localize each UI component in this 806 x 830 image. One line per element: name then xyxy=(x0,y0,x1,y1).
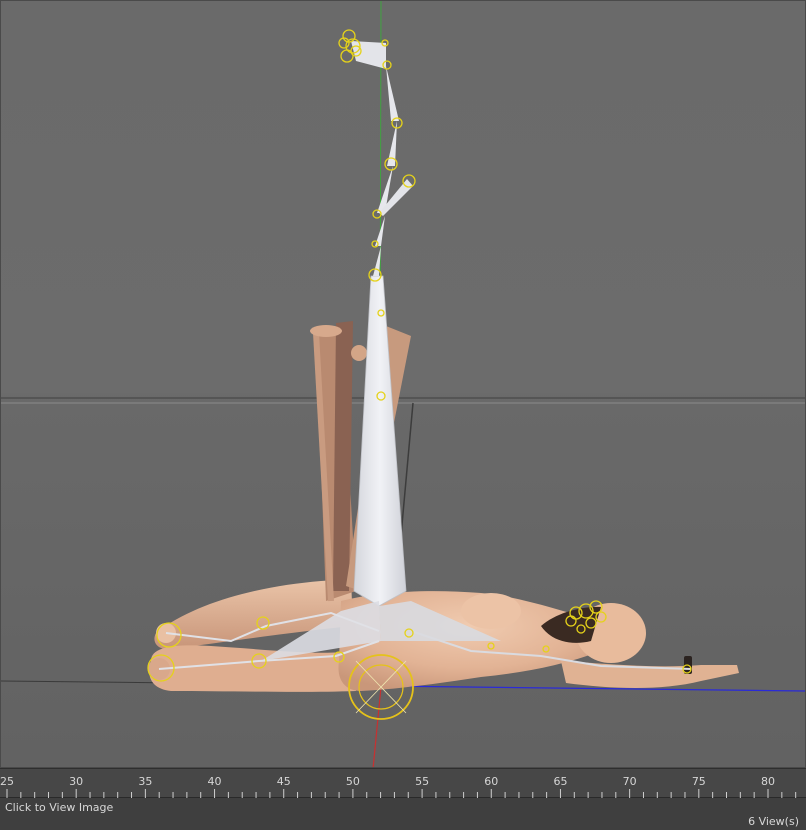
spine-bone xyxy=(353,275,407,607)
timeline-tick-label: 70 xyxy=(623,775,637,788)
timeline-tick-label: 40 xyxy=(208,775,222,788)
timeline-ticks: 25 30 35 40 45 50 55 60 65 70 75 80 xyxy=(0,775,797,798)
joint-ring xyxy=(372,209,382,219)
figure-arm xyxy=(561,661,739,688)
click-to-view-link[interactable]: Click to View Image xyxy=(5,801,113,814)
timeline-tick-label: 35 xyxy=(138,775,152,788)
timeline-tick-label: 50 xyxy=(346,775,360,788)
timeline-tick-label: 80 xyxy=(761,775,775,788)
rotation-gizmo xyxy=(348,654,414,720)
hanging-limb-ball xyxy=(351,345,367,361)
timeline-tick-label: 45 xyxy=(277,775,291,788)
figure-chest xyxy=(461,593,521,629)
bone-rig xyxy=(147,29,692,682)
timeline-tick-label: 60 xyxy=(484,775,498,788)
viewport-scene xyxy=(1,1,805,767)
timeline-tick-label: 25 xyxy=(0,775,14,788)
joint-rings xyxy=(147,29,692,682)
figure-lower-leg xyxy=(149,645,356,692)
timeline-tick-label: 75 xyxy=(692,775,706,788)
timeline-tick-label: 65 xyxy=(553,775,567,788)
timeline-tick-label: 30 xyxy=(69,775,83,788)
z-axis-line xyxy=(372,686,382,767)
hand-bone xyxy=(351,41,386,69)
neck-bone-5 xyxy=(386,66,399,121)
3d-viewport[interactable] xyxy=(0,0,806,768)
timeline-tick-label: 55 xyxy=(415,775,429,788)
view-count-label: 6 View(s) xyxy=(748,815,799,828)
status-bar: Click to View Image 6 View(s) xyxy=(0,798,806,830)
x-axis-line xyxy=(380,685,805,692)
hanging-limb-joint xyxy=(310,325,342,337)
timeline-ruler[interactable]: 25 30 35 40 45 50 55 60 65 70 75 80 xyxy=(0,768,806,798)
